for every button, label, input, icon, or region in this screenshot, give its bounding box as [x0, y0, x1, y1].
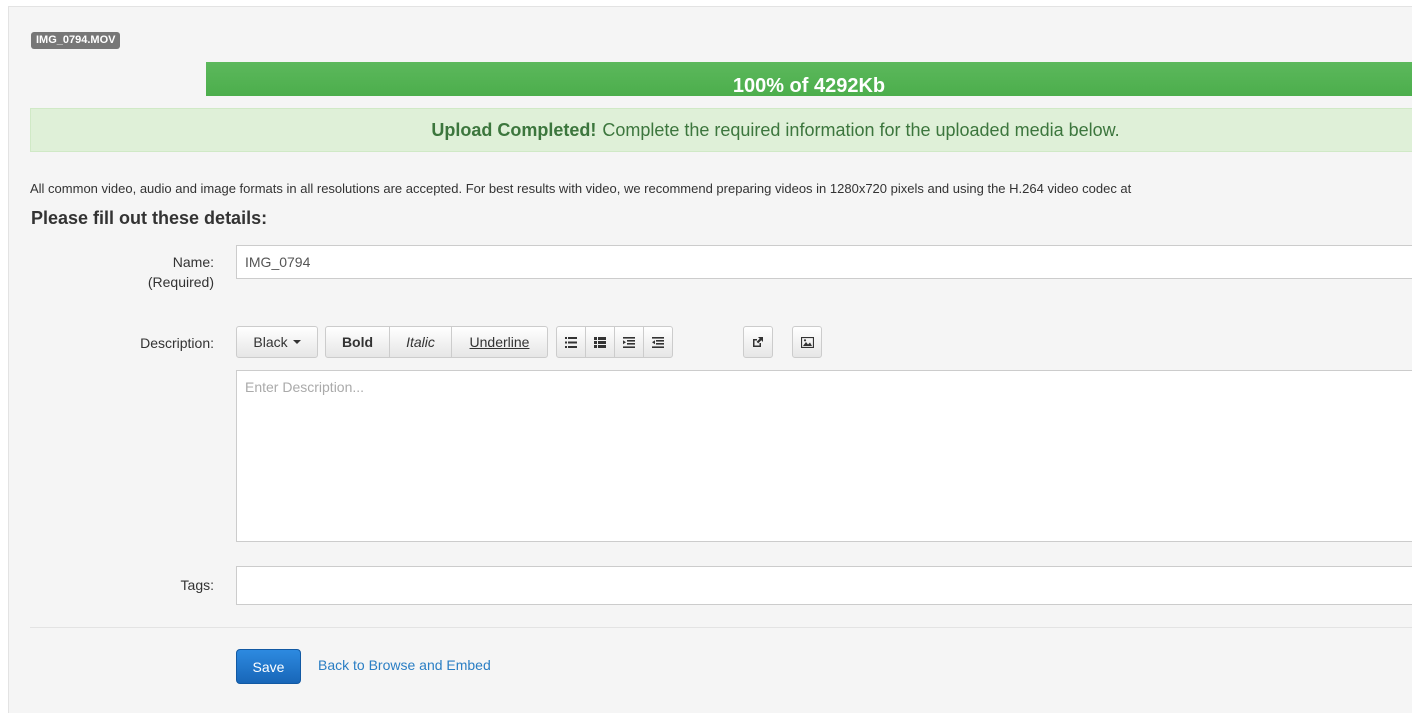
form-divider — [30, 627, 1412, 628]
description-textarea[interactable] — [236, 370, 1412, 542]
outdent-icon — [623, 336, 635, 348]
bold-button[interactable]: Bold — [325, 326, 390, 358]
file-name-badge: IMG_0794.MOV — [31, 32, 121, 49]
unordered-list-button[interactable] — [556, 326, 586, 358]
description-label: Description: — [140, 335, 214, 351]
back-to-browse-link[interactable]: Back to Browse and Embed — [318, 657, 491, 673]
list-group — [556, 326, 673, 358]
tags-label: Tags: — [180, 577, 214, 593]
indent-icon — [652, 336, 664, 348]
save-button[interactable]: Save — [236, 649, 301, 684]
font-color-label: Black — [253, 334, 288, 350]
name-label-text: Name: — [172, 254, 214, 270]
unordered-list-icon — [565, 336, 577, 348]
name-required-text: (Required) — [147, 274, 214, 290]
accepted-formats-info: All common video, audio and image format… — [30, 181, 1132, 196]
font-color-dropdown[interactable]: Black — [236, 326, 318, 358]
italic-button[interactable]: Italic — [389, 326, 452, 358]
color-group: Black — [236, 326, 318, 358]
upload-success-alert: Upload Completed! Complete the required … — [30, 108, 1412, 152]
name-label: Name: (Required) — [148, 252, 214, 292]
upload-progress-bar: 100% of 4292Kb — [206, 62, 1412, 96]
ordered-list-button[interactable] — [585, 326, 615, 358]
tags-input[interactable] — [236, 566, 1412, 605]
ordered-list-icon — [594, 336, 606, 348]
text-style-group: Bold Italic Underline — [325, 326, 548, 358]
outdent-button[interactable] — [614, 326, 644, 358]
link-group — [743, 326, 773, 358]
alert-message: Complete the required information for th… — [602, 119, 1120, 140]
indent-button[interactable] — [643, 326, 673, 358]
alert-title: Upload Completed! — [431, 119, 597, 140]
progress-label: 100% of 4292Kb — [732, 75, 886, 96]
insert-image-button[interactable] — [792, 326, 822, 358]
name-input[interactable] — [236, 245, 1412, 279]
insert-link-button[interactable] — [743, 326, 773, 358]
share-link-icon — [752, 336, 764, 348]
image-icon — [800, 336, 814, 348]
caret-down-icon — [292, 340, 301, 344]
underline-button[interactable]: Underline — [451, 326, 548, 358]
image-group — [792, 326, 822, 358]
form-heading: Please fill out these details: — [31, 208, 268, 228]
